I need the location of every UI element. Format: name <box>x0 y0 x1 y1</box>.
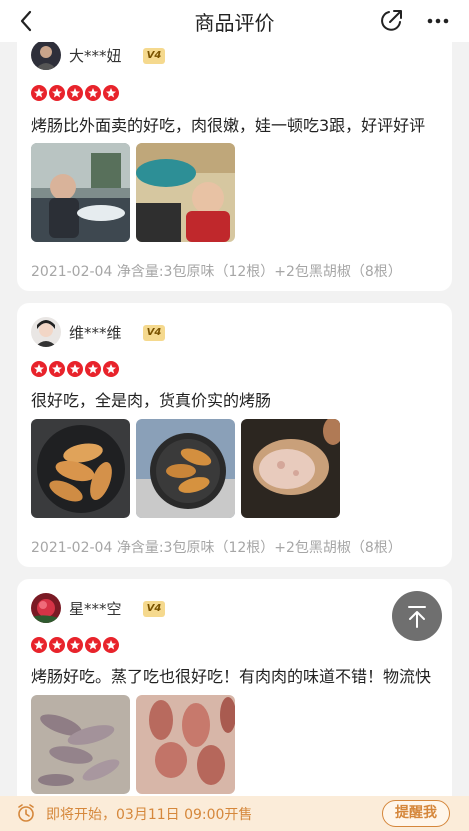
review-photo[interactable] <box>31 695 130 794</box>
review-text: 烤肠好吃。蒸了吃也很好吃！有肉肉的味道不错！物流快 <box>31 667 432 686</box>
share-icon <box>381 10 402 31</box>
rating-stars <box>31 85 119 101</box>
avatar <box>31 317 61 347</box>
star-icon <box>49 85 65 101</box>
star-icon <box>103 85 119 101</box>
review-photo[interactable] <box>136 695 235 794</box>
star-icon <box>67 361 83 377</box>
star-icon <box>31 361 47 377</box>
share-button[interactable] <box>376 6 406 36</box>
review-photo[interactable] <box>31 419 130 518</box>
arrow-up-icon <box>408 606 426 628</box>
review-spec: 净含量:3包原味（12根）+2包黑胡椒（8根） <box>116 264 402 280</box>
review-text: 很好吃，全是肉，货真价实的烤肠 <box>31 391 272 410</box>
reviewer-name: 大***妞 <box>69 47 122 65</box>
avatar <box>31 593 61 623</box>
review-meta: 2021-02-04 净含量:3包原味（12根）+2包黑胡椒（8根） <box>31 537 402 557</box>
star-icon <box>103 361 119 377</box>
review-meta: 2021-02-04 净含量:3包原味（12根）+2包黑胡椒（8根） <box>31 261 402 281</box>
reviewer-name: 维***维 <box>69 324 122 342</box>
vip-badge: V4 <box>143 601 165 617</box>
review-photos <box>31 695 235 794</box>
sale-notice-bar: 即将开始，03月11日 09:00开售 提醒我 <box>0 796 469 831</box>
star-icon <box>103 637 119 653</box>
star-icon <box>85 637 101 653</box>
review-date: 2021-02-04 <box>31 264 113 280</box>
star-icon <box>85 361 101 377</box>
rating-stars <box>31 361 119 377</box>
star-icon <box>31 637 47 653</box>
back-to-top-button[interactable] <box>392 591 442 641</box>
remind-me-button[interactable]: 提醒我 <box>382 800 450 827</box>
alarm-clock-icon <box>18 804 34 822</box>
review-card[interactable]: 维***维 V4 很好吃，全是肉，货真价实的烤肠 2021-02-04 净含量:… <box>17 303 452 567</box>
reviewer-name: 星***空 <box>69 600 122 618</box>
avatar <box>31 40 61 70</box>
star-icon <box>85 85 101 101</box>
nav-bar: 商品评价 <box>0 0 469 42</box>
review-photo[interactable] <box>136 419 235 518</box>
star-icon <box>31 85 47 101</box>
review-photo[interactable] <box>241 419 340 518</box>
vip-badge: V4 <box>143 325 165 341</box>
more-button[interactable] <box>424 8 452 34</box>
sale-start-notice: 即将开始，03月11日 09:00开售 <box>46 807 253 823</box>
star-icon <box>67 85 83 101</box>
star-icon <box>49 637 65 653</box>
review-text: 烤肠比外面卖的好吃，肉很嫩，娃一顿吃3跟，好评好评 <box>31 116 426 135</box>
review-photos <box>31 143 235 242</box>
star-icon <box>49 361 65 377</box>
vip-badge: V4 <box>143 48 165 64</box>
review-card[interactable]: 大***妞 V4 烤肠比外面卖的好吃，肉很嫩，娃一顿吃3跟，好评好评 2021-… <box>17 22 452 291</box>
review-photo[interactable] <box>31 143 130 242</box>
more-dots-icon <box>427 18 449 24</box>
review-card[interactable]: 星***空 V4 烤肠好吃。蒸了吃也很好吃！有肉肉的味道不错！物流快 <box>17 579 452 831</box>
review-date: 2021-02-04 <box>31 540 113 556</box>
review-photo[interactable] <box>136 143 235 242</box>
rating-stars <box>31 637 119 653</box>
review-spec: 净含量:3包原味（12根）+2包黑胡椒（8根） <box>116 540 402 556</box>
review-photos <box>31 419 340 518</box>
star-icon <box>67 637 83 653</box>
